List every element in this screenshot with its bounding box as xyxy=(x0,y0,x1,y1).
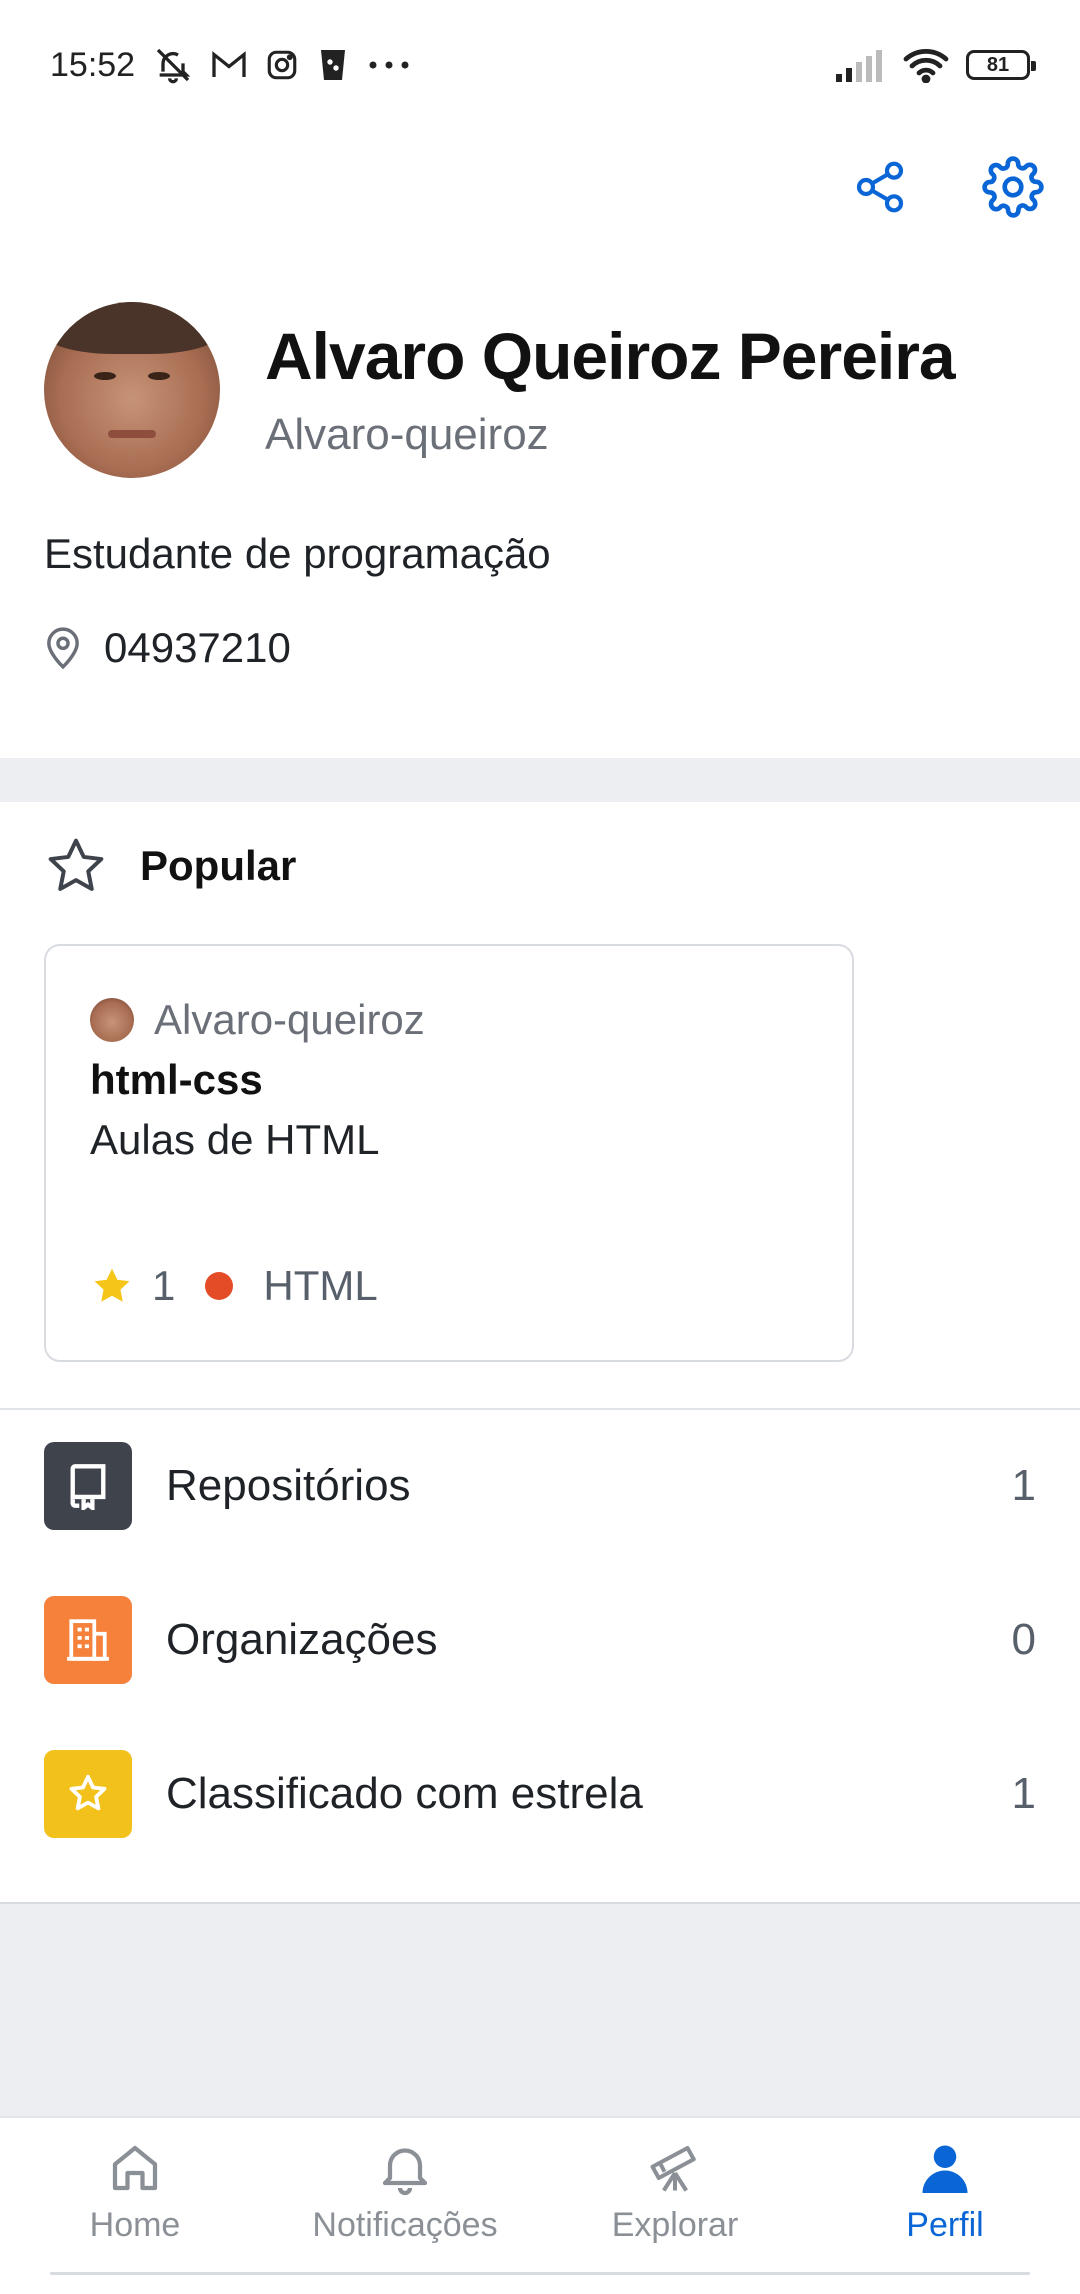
location: 04937210 xyxy=(44,624,291,672)
settings-icon xyxy=(982,156,1044,218)
bell-icon xyxy=(382,2148,428,2196)
mute-icon xyxy=(153,45,193,85)
person-icon xyxy=(922,2145,968,2193)
popular-title: Popular xyxy=(140,842,297,889)
menu-label: Repositórios xyxy=(166,1461,411,1510)
share-icon xyxy=(856,161,904,213)
bio: Estudante de programação xyxy=(44,530,551,577)
repo-owner: Alvaro-queiroz xyxy=(154,996,425,1043)
telescope-icon xyxy=(650,2146,696,2192)
popular-section: Popular Alvaro-queiroz html-css Aulas de… xyxy=(0,802,1080,1408)
display-name: Alvaro Queiroz Pereira xyxy=(265,319,956,393)
menu-label: Organizações xyxy=(166,1615,438,1664)
menu-count: 1 xyxy=(1011,1461,1036,1510)
repo-star-count: 1 xyxy=(152,1262,176,1309)
location-text: 04937210 xyxy=(104,624,291,671)
gesture-bar xyxy=(50,2272,1030,2275)
menu-count: 1 xyxy=(1011,1769,1036,1818)
nav-home[interactable]: Home xyxy=(0,2138,270,2245)
organization-icon xyxy=(44,1596,132,1684)
settings-button[interactable] xyxy=(978,152,1048,222)
battery-icon: 81 xyxy=(966,50,1036,80)
cup-icon xyxy=(317,47,349,83)
wifi-icon xyxy=(902,47,950,83)
star-outline-icon xyxy=(48,838,104,891)
github-profile-screen: 15:52 81 Alvaro Queiroz Pereira Alvaro-q… xyxy=(0,0,1080,2294)
nav-label: Notificações xyxy=(312,2206,498,2244)
repo-card[interactable]: Alvaro-queiroz html-css Aulas de HTML 1 … xyxy=(44,944,854,1362)
profile-menu: Repositórios 1 Organizações 0 Classifica… xyxy=(0,1408,1080,1904)
share-button[interactable] xyxy=(845,152,915,222)
avatar[interactable] xyxy=(44,302,220,478)
status-bar: 15:52 81 xyxy=(0,0,1080,130)
status-time: 15:52 xyxy=(50,45,136,84)
menu-label: Classificado com estrela xyxy=(166,1769,643,1818)
username: Alvaro-queiroz xyxy=(265,410,549,459)
menu-count: 0 xyxy=(1011,1615,1036,1664)
location-pin-icon xyxy=(47,627,79,670)
profile-header: Alvaro Queiroz Pereira Alvaro-queiroz Es… xyxy=(0,130,1080,758)
owner-avatar xyxy=(90,998,134,1042)
home-icon xyxy=(112,2145,158,2191)
instagram-icon xyxy=(265,48,299,82)
battery-level: 81 xyxy=(986,53,1010,76)
repo-icon xyxy=(44,1442,132,1530)
repo-language: HTML xyxy=(263,1262,378,1309)
nav-explore[interactable]: Explorar xyxy=(540,2138,810,2245)
star-icon xyxy=(44,1750,132,1838)
gmail-icon xyxy=(211,50,247,80)
menu-item-starred[interactable]: Classificado com estrela 1 xyxy=(44,1750,1036,1838)
nav-label: Perfil xyxy=(906,2206,984,2244)
language-color-dot xyxy=(205,1272,234,1300)
menu-item-organizations[interactable]: Organizações 0 xyxy=(44,1596,1036,1684)
nav-label: Explorar xyxy=(611,2206,739,2244)
more-icon xyxy=(367,59,411,71)
bottom-navigation: Home Notificações Explorar Perfil xyxy=(0,2116,1080,2294)
nav-profile[interactable]: Perfil xyxy=(810,2138,1080,2245)
repo-description: Aulas de HTML xyxy=(90,1116,380,1163)
signal-icon xyxy=(836,48,886,82)
repo-name: html-css xyxy=(90,1056,263,1103)
nav-label: Home xyxy=(89,2206,181,2244)
nav-notifications[interactable]: Notificações xyxy=(270,2138,540,2245)
star-filled-icon xyxy=(94,1268,130,1302)
menu-item-repositories[interactable]: Repositórios 1 xyxy=(44,1442,1036,1530)
